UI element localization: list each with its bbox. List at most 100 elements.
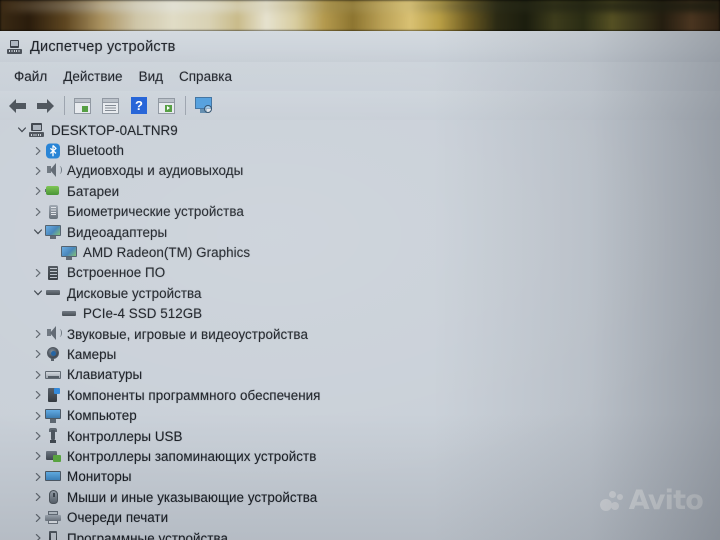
chevron-right-icon[interactable] [30, 406, 44, 426]
device-tree[interactable]: DESKTOP-0ALTNR9 Bluetooth Аудиовходы и ауд… [0, 120, 720, 540]
chevron-right-icon[interactable] [30, 263, 44, 283]
avito-logo-icon [599, 490, 626, 512]
tree-item-label: Аудиовходы и аудиовыходы [67, 163, 244, 179]
chevron-right-icon[interactable] [30, 141, 44, 161]
tree-item-label: Видеоадаптеры [67, 224, 168, 240]
battery-icon [44, 183, 62, 199]
tree-item-label: Компоненты программного обеспечения [67, 387, 321, 403]
wallpaper-sky [0, 0, 720, 12]
disk-icon [44, 285, 62, 301]
tree-row[interactable]: Мониторы [0, 467, 720, 487]
keyboard-icon [44, 367, 62, 383]
tree-row[interactable]: Программные устройства [0, 528, 720, 540]
refresh-button[interactable] [98, 94, 124, 118]
chevron-right-icon[interactable] [30, 446, 44, 466]
speaker-icon [44, 162, 62, 179]
device-manager-icon [7, 39, 23, 55]
tree-row[interactable]: DESKTOP-0ALTNR9 [0, 120, 720, 140]
tree-row[interactable]: Встроенное ПО [0, 263, 720, 283]
mouse-icon [44, 489, 62, 505]
tree-item-label: Очереди печати [67, 510, 169, 526]
chevron-down-icon[interactable] [30, 283, 44, 303]
menu-item-action[interactable]: Действие [55, 66, 130, 87]
screenshot-root: Диспетчер устройств Файл Действие Вид Сп… [0, 0, 720, 540]
chevron-right-icon[interactable] [30, 487, 44, 507]
monitor-icon [44, 469, 62, 485]
help-icon: ? [131, 96, 147, 114]
help-button[interactable]: ? [126, 94, 152, 118]
storage-controller-icon [44, 448, 62, 464]
window-title: Диспетчер устройств [30, 38, 176, 55]
disk-icon [60, 306, 78, 322]
avito-wordmark: Avito [628, 485, 704, 516]
update-driver-button[interactable] [154, 94, 180, 118]
tree-item-label: Встроенное ПО [67, 265, 166, 281]
forward-button[interactable] [33, 94, 59, 118]
properties-button[interactable] [70, 94, 96, 118]
tree-item-label: Bluetooth [67, 143, 125, 159]
tree-row[interactable]: Батареи [0, 181, 720, 201]
chevron-right-icon[interactable] [30, 161, 44, 181]
chevron-right-icon[interactable] [30, 344, 44, 364]
desktop-wallpaper [0, 0, 720, 31]
tree-row[interactable]: Дисковые устройства [0, 283, 720, 303]
tree-row[interactable]: Аудиовходы и аудиовыходы [0, 161, 720, 181]
tree-row[interactable]: Клавиатуры [0, 365, 720, 385]
chevron-right-icon[interactable] [30, 528, 44, 540]
speaker-icon [44, 326, 62, 342]
display-adapter-icon [44, 224, 62, 240]
tree-row[interactable]: Bluetooth [0, 140, 720, 160]
software-device-icon [44, 530, 62, 540]
window-titlebar: Диспетчер устройств [0, 31, 720, 62]
software-component-icon [44, 387, 62, 403]
chevron-right-icon[interactable] [30, 324, 44, 344]
chevron-right-icon[interactable] [30, 426, 44, 446]
document-icon [102, 97, 119, 114]
tree-row[interactable]: Видеоадаптеры [0, 222, 720, 242]
tree-row[interactable]: Компьютер [0, 405, 720, 425]
tree-item-label: Контроллеры USB [67, 428, 183, 444]
tree-row[interactable]: Звуковые, игровые и видеоустройства [0, 324, 720, 344]
scan-hardware-icon [194, 96, 214, 115]
tree-item-label: Компьютер [67, 408, 137, 424]
chevron-down-icon[interactable] [30, 222, 44, 242]
chevron-down-icon[interactable] [14, 120, 28, 140]
forward-arrow-icon [36, 98, 55, 113]
computer-icon [28, 122, 46, 138]
tree-row[interactable]: Компоненты программного обеспечения [0, 385, 720, 405]
bluetooth-icon [44, 143, 62, 159]
toolbar: ? [0, 91, 720, 120]
usb-icon [44, 428, 62, 444]
chevron-right-icon[interactable] [30, 202, 44, 222]
menu-item-view[interactable]: Вид [131, 66, 171, 87]
toolbar-separator [64, 96, 65, 115]
scan-hardware-button[interactable] [191, 94, 217, 118]
tree-row[interactable]: PCIe-4 SSD 512GB [0, 304, 720, 324]
tree-item-label: Клавиатуры [67, 367, 143, 383]
chevron-right-icon[interactable] [30, 467, 44, 487]
chevron-right-icon[interactable] [30, 385, 44, 405]
menu-item-help[interactable]: Справка [171, 66, 240, 87]
tree-row[interactable]: Контроллеры USB [0, 426, 720, 446]
firmware-icon [44, 265, 62, 281]
tree-item-label: PCIe-4 SSD 512GB [83, 306, 203, 322]
tree-item-label: Камеры [67, 346, 117, 362]
biometric-icon [44, 204, 62, 220]
tree-row[interactable]: Камеры [0, 344, 720, 364]
menu-bar: Файл Действие Вид Справка [0, 62, 720, 91]
back-button[interactable] [5, 94, 31, 118]
device-manager-window: Диспетчер устройств Файл Действие Вид Сп… [0, 31, 720, 540]
chevron-right-icon[interactable] [30, 181, 44, 201]
chevron-right-icon[interactable] [30, 365, 44, 385]
tree-item-label: Программные устройства [67, 530, 228, 540]
menu-item-file[interactable]: Файл [6, 66, 55, 87]
computer-monitor-icon [44, 408, 62, 424]
chevron-right-icon[interactable] [30, 508, 44, 528]
tree-item-label: Мониторы [67, 469, 132, 485]
tree-row[interactable]: Биометрические устройства [0, 202, 720, 222]
tree-item-label: Звуковые, игровые и видеоустройства [67, 326, 308, 342]
tree-row[interactable]: Контроллеры запоминающих устройств [0, 446, 720, 466]
tree-row[interactable]: AMD Radeon(TM) Graphics [0, 242, 720, 262]
